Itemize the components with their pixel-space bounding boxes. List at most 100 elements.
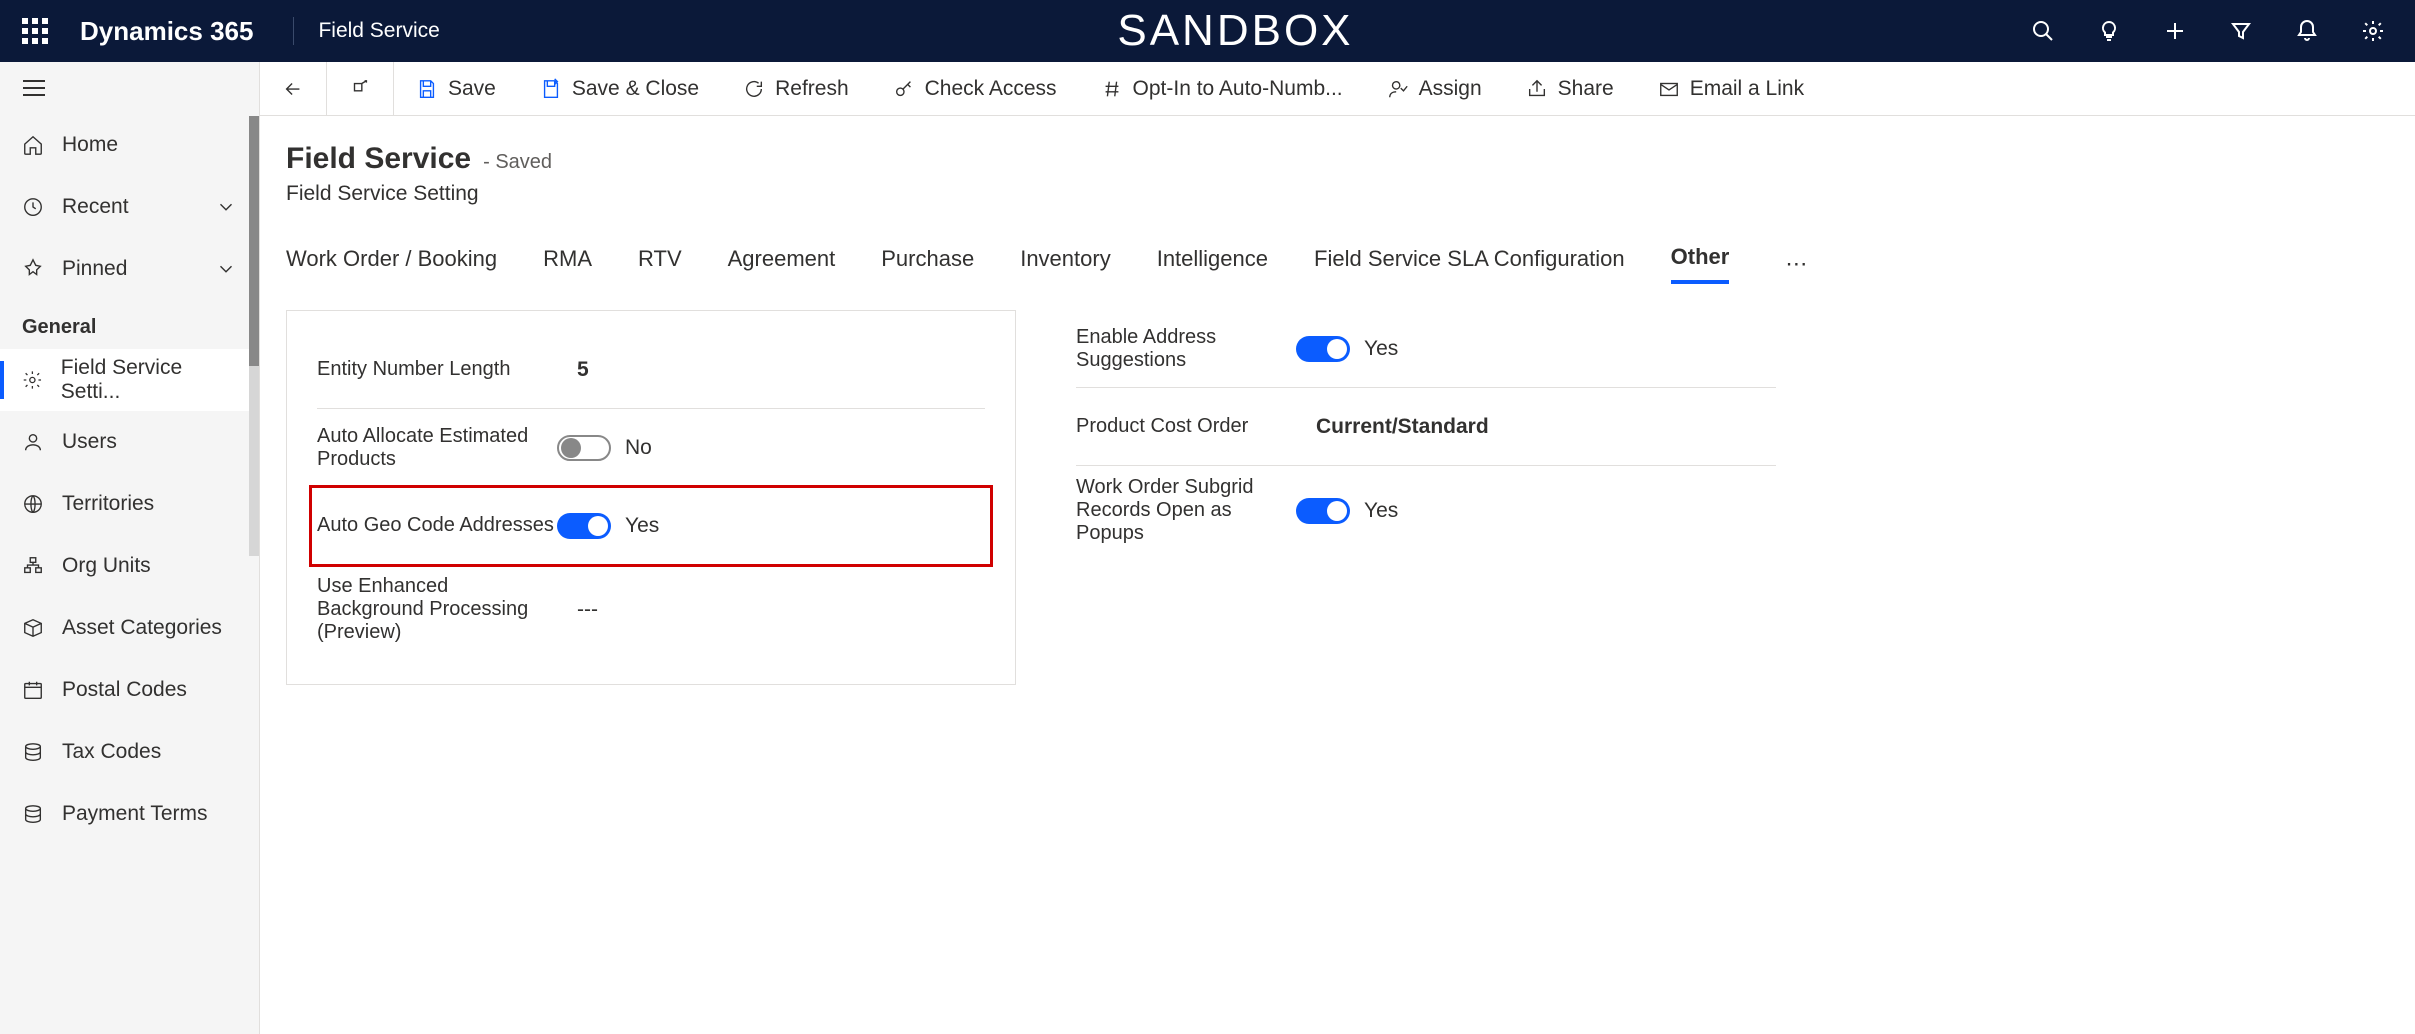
sidebar-item-recent[interactable]: Recent bbox=[0, 176, 259, 238]
scrollbar-thumb[interactable] bbox=[249, 116, 259, 366]
tab-rma[interactable]: RMA bbox=[543, 246, 592, 282]
tab-agreement[interactable]: Agreement bbox=[728, 246, 836, 282]
tab-sla-config[interactable]: Field Service SLA Configuration bbox=[1314, 246, 1625, 282]
sidebar-item-label: Home bbox=[62, 133, 118, 157]
sidebar-item-territories[interactable]: Territories bbox=[0, 473, 259, 535]
save-close-icon bbox=[540, 78, 562, 100]
tab-purchase[interactable]: Purchase bbox=[881, 246, 974, 282]
sidebar-item-tax-codes[interactable]: Tax Codes bbox=[0, 721, 259, 783]
arrow-left-icon bbox=[282, 78, 304, 100]
bell-icon[interactable] bbox=[2295, 19, 2319, 43]
cmd-label: Share bbox=[1558, 77, 1614, 101]
sidebar-item-payment-terms[interactable]: Payment Terms bbox=[0, 783, 259, 845]
toggle-switch[interactable] bbox=[557, 513, 611, 539]
popout-icon bbox=[349, 78, 371, 100]
form-tabs: Work Order / Booking RMA RTV Agreement P… bbox=[286, 244, 2415, 284]
field-label: Auto Geo Code Addresses bbox=[317, 514, 557, 537]
tab-intelligence[interactable]: Intelligence bbox=[1157, 246, 1268, 282]
calendar-icon bbox=[22, 679, 44, 701]
plus-icon[interactable] bbox=[2163, 19, 2187, 43]
sidebar-item-label: Pinned bbox=[62, 257, 127, 281]
gear-icon[interactable] bbox=[2361, 19, 2385, 43]
chevron-down-icon bbox=[215, 258, 237, 280]
field-product-cost-order[interactable]: Product Cost Order Current/Standard bbox=[1076, 388, 1776, 466]
page-title: Field Service bbox=[286, 142, 471, 176]
save-icon bbox=[416, 78, 438, 100]
sidebar-item-label: Territories bbox=[62, 492, 154, 516]
email-link-button[interactable]: Email a Link bbox=[1636, 62, 1826, 116]
field-value: Current/Standard bbox=[1316, 415, 1489, 439]
sidebar-item-org-units[interactable]: Org Units bbox=[0, 535, 259, 597]
page-subtitle: Field Service Setting bbox=[286, 182, 2415, 206]
app-launcher[interactable] bbox=[10, 18, 60, 44]
search-icon[interactable] bbox=[2031, 19, 2055, 43]
hamburger-button[interactable] bbox=[0, 62, 259, 114]
toggle-switch[interactable] bbox=[557, 435, 611, 461]
field-auto-allocate[interactable]: Auto Allocate Estimated Products No bbox=[317, 409, 985, 487]
assign-button[interactable]: Assign bbox=[1365, 62, 1504, 116]
field-value: 5 bbox=[577, 358, 589, 382]
toggle-switch[interactable] bbox=[1296, 336, 1350, 362]
org-icon bbox=[22, 555, 44, 577]
sidebar-group-general: General bbox=[0, 300, 259, 349]
popout-button[interactable] bbox=[327, 62, 393, 116]
sidebar-item-field-service-settings[interactable]: Field Service Setti... bbox=[0, 349, 259, 411]
chevron-down-icon bbox=[215, 196, 237, 218]
field-wo-subgrid-popups[interactable]: Work Order Subgrid Records Open as Popup… bbox=[1076, 466, 1776, 555]
cmd-label: Check Access bbox=[925, 77, 1057, 101]
sidebar-item-label: Postal Codes bbox=[62, 678, 187, 702]
tab-work-order-booking[interactable]: Work Order / Booking bbox=[286, 246, 497, 282]
sidebar: Home Recent Pinned General Field Service… bbox=[0, 62, 260, 1034]
refresh-icon bbox=[743, 78, 765, 100]
field-enhanced-bg-processing[interactable]: Use Enhanced Background Processing (Prev… bbox=[317, 565, 985, 654]
tab-inventory[interactable]: Inventory bbox=[1020, 246, 1111, 282]
save-button[interactable]: Save bbox=[394, 62, 518, 116]
sidebar-item-label: Recent bbox=[62, 195, 129, 219]
field-entity-number-length[interactable]: Entity Number Length 5 bbox=[317, 331, 985, 409]
field-label: Auto Allocate Estimated Products bbox=[317, 425, 557, 471]
share-icon bbox=[1526, 78, 1548, 100]
tab-rtv[interactable]: RTV bbox=[638, 246, 682, 282]
field-enable-address-suggestions[interactable]: Enable Address Suggestions Yes bbox=[1076, 310, 1776, 388]
toggle-value: Yes bbox=[1364, 499, 1398, 523]
toggle-value: Yes bbox=[1364, 337, 1398, 361]
mail-icon bbox=[1658, 78, 1680, 100]
cmd-label: Save bbox=[448, 77, 496, 101]
field-auto-geocode[interactable]: Auto Geo Code Addresses Yes bbox=[311, 487, 991, 565]
tab-other[interactable]: Other bbox=[1671, 244, 1730, 284]
toggle-value: No bbox=[625, 436, 652, 460]
field-label: Enable Address Suggestions bbox=[1076, 326, 1296, 372]
brand-name[interactable]: Dynamics 365 bbox=[80, 16, 253, 47]
database-icon bbox=[22, 803, 44, 825]
cmd-label: Email a Link bbox=[1690, 77, 1804, 101]
back-button[interactable] bbox=[260, 62, 326, 116]
refresh-button[interactable]: Refresh bbox=[721, 62, 871, 116]
box-icon bbox=[22, 617, 44, 639]
environment-badge: SANDBOX bbox=[1117, 6, 1353, 56]
field-label: Work Order Subgrid Records Open as Popup… bbox=[1076, 476, 1296, 545]
sidebar-item-label: Asset Categories bbox=[62, 616, 222, 640]
globe-icon bbox=[22, 493, 44, 515]
settings-card-left: Entity Number Length 5 Auto Allocate Est… bbox=[286, 310, 1016, 685]
toggle-switch[interactable] bbox=[1296, 498, 1350, 524]
sidebar-item-label: Payment Terms bbox=[62, 802, 208, 826]
cmd-label: Save & Close bbox=[572, 77, 699, 101]
assign-icon bbox=[1387, 78, 1409, 100]
sidebar-item-postal-codes[interactable]: Postal Codes bbox=[0, 659, 259, 721]
check-access-button[interactable]: Check Access bbox=[871, 62, 1079, 116]
sidebar-item-pinned[interactable]: Pinned bbox=[0, 238, 259, 300]
cmd-label: Opt-In to Auto-Numb... bbox=[1133, 77, 1343, 101]
hash-icon bbox=[1101, 78, 1123, 100]
sidebar-item-asset-categories[interactable]: Asset Categories bbox=[0, 597, 259, 659]
save-close-button[interactable]: Save & Close bbox=[518, 62, 721, 116]
filter-icon[interactable] bbox=[2229, 19, 2253, 43]
app-name[interactable]: Field Service bbox=[318, 19, 439, 43]
share-button[interactable]: Share bbox=[1504, 62, 1636, 116]
lightbulb-icon[interactable] bbox=[2097, 19, 2121, 43]
command-bar: Save Save & Close Refresh Check Access O… bbox=[260, 62, 2415, 116]
tab-overflow-button[interactable]: ⋯ bbox=[1785, 251, 1809, 277]
cmd-label: Assign bbox=[1419, 77, 1482, 101]
sidebar-item-users[interactable]: Users bbox=[0, 411, 259, 473]
sidebar-item-home[interactable]: Home bbox=[0, 114, 259, 176]
optin-auto-number-button[interactable]: Opt-In to Auto-Numb... bbox=[1079, 62, 1365, 116]
